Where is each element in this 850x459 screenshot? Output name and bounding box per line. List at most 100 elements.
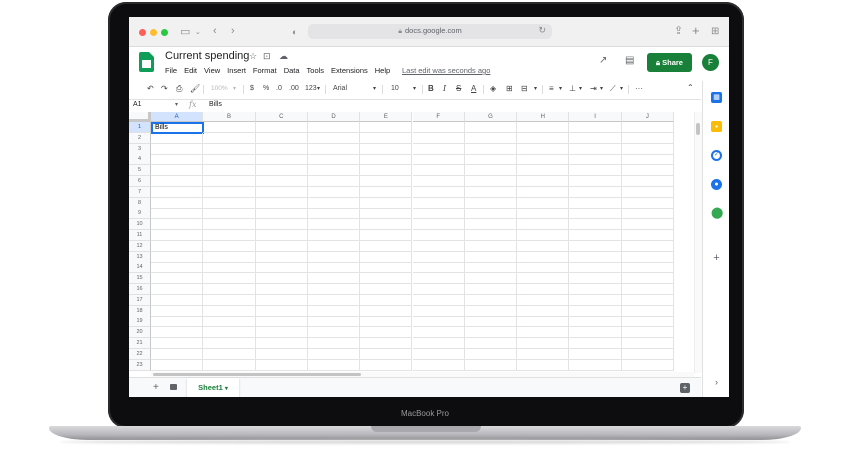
cell[interactable]	[569, 219, 622, 231]
cell[interactable]	[412, 327, 465, 339]
cell[interactable]	[203, 359, 256, 371]
contacts-icon[interactable]: ●	[711, 179, 722, 190]
share-icon[interactable]: ⇪	[674, 26, 683, 37]
cell[interactable]	[517, 262, 570, 274]
cell[interactable]	[517, 219, 570, 231]
star-icon[interactable]: ☆	[249, 51, 257, 62]
cell[interactable]	[203, 338, 256, 349]
cell[interactable]	[360, 122, 413, 133]
column-header[interactable]: C	[255, 112, 308, 122]
cell[interactable]	[203, 327, 256, 339]
cell[interactable]	[464, 208, 518, 220]
cell[interactable]	[151, 327, 204, 339]
forward-icon[interactable]: ›	[231, 26, 235, 37]
cell[interactable]	[360, 327, 413, 339]
cell[interactable]	[412, 154, 465, 166]
cell[interactable]	[151, 262, 204, 274]
row-header[interactable]: 22	[129, 348, 151, 360]
column-header[interactable]: B	[203, 112, 256, 122]
menu-view[interactable]: View	[204, 66, 220, 75]
cell[interactable]	[412, 208, 465, 220]
cell[interactable]	[255, 273, 308, 285]
cell[interactable]	[307, 262, 361, 274]
cell[interactable]	[255, 294, 308, 306]
cell[interactable]	[255, 240, 308, 252]
cell[interactable]	[569, 230, 622, 241]
cell[interactable]	[307, 284, 361, 295]
cell[interactable]	[255, 251, 308, 263]
menu-tools[interactable]: Tools	[307, 66, 325, 75]
cell[interactable]	[569, 316, 622, 328]
cell[interactable]	[360, 284, 413, 295]
cell[interactable]	[517, 273, 570, 285]
add-on-icon[interactable]: +	[711, 253, 722, 264]
vertical-align-icon[interactable]: ⊥	[569, 84, 576, 94]
row-header[interactable]: 13	[129, 251, 151, 263]
cell[interactable]	[412, 359, 465, 371]
row-header[interactable]: 6	[129, 176, 151, 187]
cell[interactable]	[569, 327, 622, 339]
cell[interactable]	[464, 230, 518, 241]
bold-button[interactable]: B	[428, 84, 434, 94]
decrease-decimal-button[interactable]: .0	[276, 84, 282, 94]
cell[interactable]	[360, 208, 413, 220]
merge-cells-icon[interactable]: ⊟	[521, 84, 528, 94]
cell[interactable]	[307, 197, 361, 209]
row-header[interactable]: 17	[129, 294, 151, 306]
cell[interactable]	[307, 338, 361, 349]
cell[interactable]	[569, 143, 622, 155]
percent-format-button[interactable]: %	[263, 84, 269, 94]
formula-input[interactable]: Bills	[209, 101, 222, 108]
cell[interactable]	[360, 132, 413, 144]
cell[interactable]	[255, 284, 308, 295]
cell[interactable]	[203, 122, 256, 133]
cell[interactable]	[517, 165, 570, 177]
cell[interactable]	[621, 316, 674, 328]
cell[interactable]	[621, 294, 674, 306]
cell[interactable]	[621, 305, 674, 317]
cell[interactable]	[151, 294, 204, 306]
cell[interactable]	[464, 316, 518, 328]
cell[interactable]	[412, 316, 465, 328]
cell[interactable]	[307, 316, 361, 328]
cell[interactable]	[517, 359, 570, 371]
cell[interactable]	[464, 132, 518, 144]
cell[interactable]	[307, 230, 361, 241]
cell[interactable]	[151, 348, 204, 360]
comment-icon[interactable]: ▤	[625, 55, 634, 66]
cell[interactable]	[360, 186, 413, 198]
row-header[interactable]: 23	[129, 359, 151, 371]
cell[interactable]	[464, 294, 518, 306]
cell[interactable]	[464, 348, 518, 360]
cell[interactable]	[203, 154, 256, 166]
close-window-button[interactable]	[139, 29, 146, 36]
text-rotation-icon[interactable]: ⟋	[610, 84, 616, 94]
row-header[interactable]: 11	[129, 230, 151, 241]
cell[interactable]	[360, 316, 413, 328]
trending-icon[interactable]: ↗	[599, 55, 607, 66]
cell[interactable]	[569, 240, 622, 252]
cell[interactable]	[307, 240, 361, 252]
cell[interactable]	[517, 176, 570, 187]
row-header[interactable]: 4	[129, 154, 151, 166]
cell[interactable]	[255, 165, 308, 177]
cell[interactable]	[464, 251, 518, 263]
cell[interactable]	[151, 240, 204, 252]
cell[interactable]	[517, 251, 570, 263]
cell[interactable]	[151, 219, 204, 231]
cell[interactable]	[203, 284, 256, 295]
cell[interactable]	[517, 348, 570, 360]
cell[interactable]	[151, 316, 204, 328]
cell[interactable]	[412, 348, 465, 360]
cell[interactable]	[360, 273, 413, 285]
cell[interactable]	[569, 251, 622, 263]
row-header[interactable]: 7	[129, 186, 151, 198]
cell[interactable]	[203, 176, 256, 187]
cell[interactable]	[203, 165, 256, 177]
cell[interactable]	[151, 305, 204, 317]
cell[interactable]	[621, 327, 674, 339]
cell[interactable]	[151, 197, 204, 209]
cell[interactable]	[307, 154, 361, 166]
address-bar[interactable]: 🔒︎ docs.google.com ↻	[308, 24, 552, 39]
cell[interactable]	[621, 208, 674, 220]
